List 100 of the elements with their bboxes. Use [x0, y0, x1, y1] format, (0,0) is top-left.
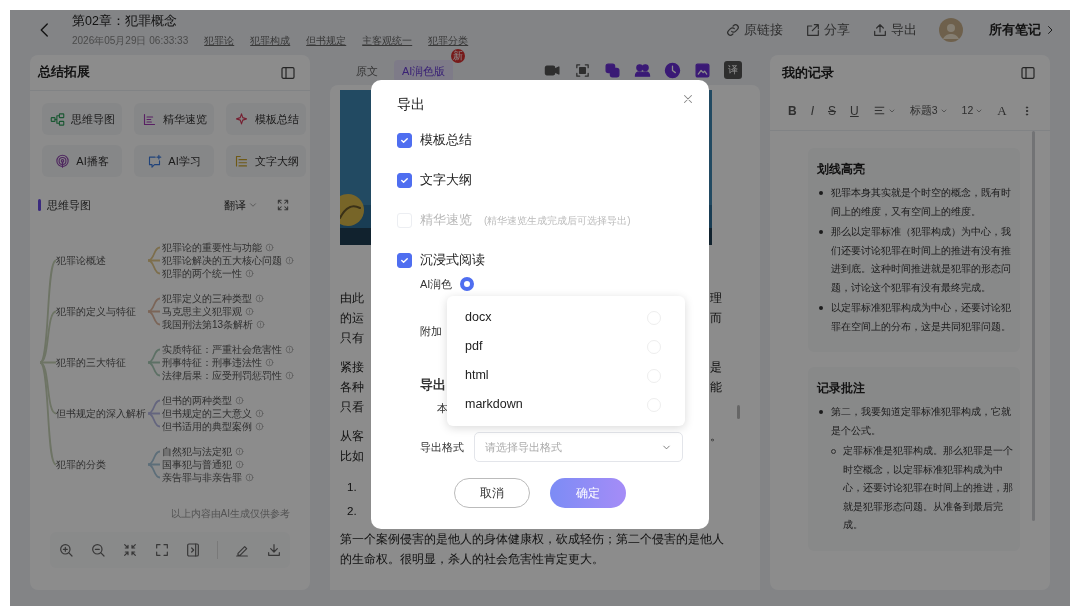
people-icon[interactable]: [634, 61, 651, 79]
list-number: 1.: [347, 480, 357, 493]
checkbox[interactable]: [397, 172, 412, 188]
info-icon[interactable]: [255, 294, 264, 303]
mind-map-node[interactable]: 我国刑法第13条解析: [162, 318, 254, 331]
mind-map-node[interactable]: 犯罪的定义与特征: [56, 304, 148, 319]
checkbox[interactable]: [397, 252, 412, 268]
panel-toggle-icon[interactable]: [280, 64, 296, 81]
mind-map-node[interactable]: 犯罪的分类: [56, 457, 148, 472]
mind-map-node[interactable]: 刑事特征：刑事违法性: [162, 356, 262, 369]
info-icon[interactable]: [235, 447, 244, 456]
mind-map-node[interactable]: 亲告罪与非亲告罪: [162, 471, 242, 484]
font-size-dropdown[interactable]: 12: [961, 102, 984, 119]
menu-item[interactable]: markdown: [447, 390, 685, 419]
info-icon[interactable]: [235, 460, 244, 469]
info-icon[interactable]: [285, 371, 294, 380]
version-tab[interactable]: 原文: [348, 59, 386, 83]
align-dropdown[interactable]: [872, 104, 896, 117]
info-icon[interactable]: [285, 256, 294, 265]
italic-button[interactable]: I: [810, 104, 814, 117]
tool-button[interactable]: 精华速览: [134, 103, 214, 135]
export-button[interactable]: 导出: [872, 20, 917, 40]
bullet-dot: [819, 306, 823, 310]
mind-map-node[interactable]: 自然犯与法定犯: [162, 445, 232, 458]
mind-map-node[interactable]: 马克思主义犯罪观: [162, 305, 242, 318]
close-icon[interactable]: [681, 92, 695, 106]
menu-item[interactable]: docx: [447, 303, 685, 332]
mind-map-node[interactable]: 犯罪论的重要性与功能: [162, 241, 262, 254]
info-icon[interactable]: [256, 320, 266, 329]
menu-item[interactable]: html: [447, 361, 685, 390]
tool-button[interactable]: 文字大纲: [226, 145, 306, 177]
field-label: 附加: [420, 323, 442, 339]
dialog-title: 导出: [397, 96, 425, 114]
mind-map-node[interactable]: 但书规定的深入解析: [56, 406, 148, 421]
body-text: 的运: [340, 310, 364, 326]
image-icon[interactable]: [694, 61, 711, 79]
note-text: 犯罪本身其实就是个时空的概念，既有时间上的维度，又有空间上的维度。: [831, 186, 1012, 219]
confirm-button[interactable]: 确定: [550, 478, 626, 508]
mind-map-node[interactable]: 国事犯与普通犯: [162, 458, 232, 471]
radio-button[interactable]: [460, 277, 475, 291]
menu-item[interactable]: pdf: [447, 332, 685, 361]
expand-icon[interactable]: [276, 198, 290, 212]
info-icon[interactable]: [245, 269, 254, 278]
zoom-in-icon[interactable]: [57, 542, 74, 558]
info-icon[interactable]: [235, 396, 244, 405]
list-icon: [141, 111, 157, 127]
mind-map-node[interactable]: 法律后果：应受刑罚惩罚性: [162, 369, 282, 382]
clock-icon[interactable]: [664, 61, 681, 79]
info-icon[interactable]: [245, 473, 254, 482]
mind-map-node[interactable]: 犯罪定义的三种类型: [162, 292, 252, 305]
tag-link[interactable]: 但书规定: [306, 33, 347, 49]
format-select[interactable]: 请选择导出格式: [474, 432, 683, 462]
tool-button[interactable]: AI播客: [42, 145, 122, 177]
note-text: 定罪标准是犯罪构成。那么犯罪是一个时空概念，以定罪标准犯罪构成为中心，还要讨论犯罪在时间上的推进，那就是犯罪形态问题。从准备到最后完成。: [843, 444, 1014, 532]
note-heading: 记录批注: [817, 381, 865, 395]
mind-map-node[interactable]: 犯罪的两个统一性: [162, 267, 242, 280]
info-icon[interactable]: [255, 422, 264, 431]
mind-map-node[interactable]: 但书的两种类型: [162, 394, 232, 407]
heading-dropdown[interactable]: 标题3: [909, 102, 948, 119]
checkbox[interactable]: [397, 132, 412, 148]
underline-button[interactable]: U: [850, 104, 859, 117]
sidebar-icon[interactable]: [185, 542, 202, 558]
info-icon[interactable]: [285, 345, 294, 354]
tag-link[interactable]: 犯罪论: [204, 33, 235, 49]
tool-button[interactable]: AI学习: [134, 145, 214, 177]
mind-map-node[interactable]: 但书适用的典型案例: [162, 420, 252, 433]
link-button[interactable]: 原链接: [725, 20, 783, 40]
mind-map-node[interactable]: 犯罪论概述: [56, 253, 148, 268]
mind-map-node[interactable]: 犯罪的三大特征: [56, 355, 148, 370]
collapse-icon[interactable]: [121, 542, 138, 558]
bold-button[interactable]: B: [788, 104, 797, 117]
body-text: 从客: [340, 428, 364, 444]
copy-icon[interactable]: [604, 61, 621, 79]
scan-icon[interactable]: [574, 61, 591, 79]
translate-dropdown[interactable]: 翻译: [224, 196, 258, 214]
info-icon[interactable]: [245, 307, 254, 316]
info-icon[interactable]: [265, 243, 274, 252]
tool-button[interactable]: 思维导图: [42, 103, 122, 135]
info-icon[interactable]: [265, 358, 274, 367]
zoom-out-icon[interactable]: [89, 542, 106, 558]
tag-link[interactable]: 犯罪构成: [250, 33, 291, 49]
cancel-button[interactable]: 取消: [454, 478, 530, 508]
mind-map-node[interactable]: 但书规定的三大意义: [162, 407, 252, 420]
info-icon[interactable]: [255, 409, 264, 418]
text-color-button[interactable]: A: [997, 104, 1007, 117]
version-tab[interactable]: AI润色版: [394, 59, 454, 83]
fullscreen-icon[interactable]: [153, 542, 170, 558]
download-icon[interactable]: [266, 542, 283, 558]
tag-link[interactable]: 犯罪分类: [428, 33, 469, 49]
avatar[interactable]: [939, 18, 963, 42]
all-notes-link[interactable]: 所有笔记: [989, 20, 1056, 40]
mind-map-node[interactable]: 犯罪论解决的五大核心问题: [162, 254, 282, 267]
panel-toggle-icon[interactable]: [1020, 65, 1036, 81]
share-button[interactable]: 分享: [805, 20, 850, 40]
strike-button[interactable]: S: [828, 104, 837, 117]
translate-button[interactable]: 译: [724, 61, 742, 79]
scrollbar[interactable]: [737, 405, 740, 419]
mind-map-node[interactable]: 实质特征：严重社会危害性: [162, 343, 282, 356]
bullet-dot: [819, 230, 823, 234]
tool-button[interactable]: 模板总结: [226, 103, 306, 135]
